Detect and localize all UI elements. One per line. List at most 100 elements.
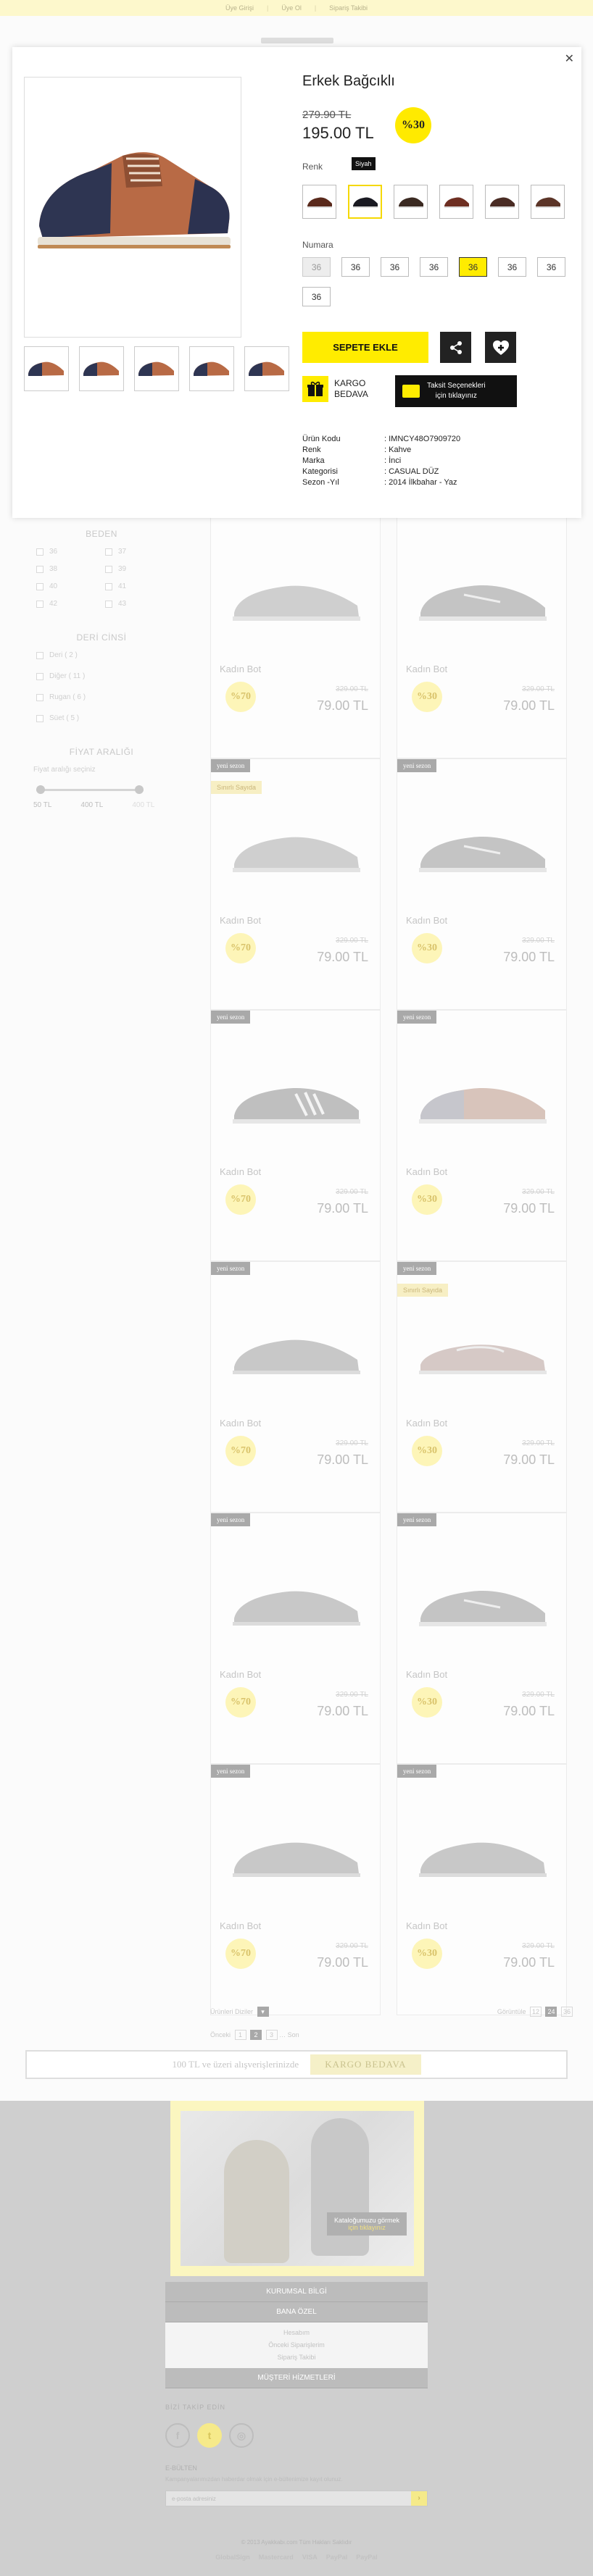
product-thumbnail[interactable] [134,346,179,391]
leather-checkbox[interactable]: Rugan ( 6 ) [36,693,174,701]
checkbox-box[interactable] [36,693,43,701]
product-card[interactable]: yeni sezon Kadın Bot %70 329.00 TL 79.00 TL [210,1010,381,1261]
instagram-icon[interactable]: ◎ [229,2423,254,2448]
twitter-icon[interactable]: t [197,2423,222,2448]
product-thumbnail[interactable] [189,346,234,391]
checkbox-box[interactable] [36,582,43,590]
size-checkbox[interactable]: 38 [36,565,105,573]
facebook-icon[interactable]: f [165,2423,190,2448]
catalog-cta[interactable]: Kataloğumuzu görmek için tıklayınız [326,2212,407,2236]
product-name[interactable]: Kadın Bot [406,1418,447,1429]
slider-max-handle[interactable] [135,785,144,794]
sort-dropdown[interactable]: ▾ [257,2007,269,2017]
size-option[interactable]: 36 [381,257,409,277]
leather-checkbox[interactable]: Deri ( 2 ) [36,651,174,659]
checkbox-box[interactable] [36,651,43,659]
product-image[interactable] [227,1815,365,1888]
product-card[interactable]: yeni sezon Kadın Bot %70 329.00 TL 79.00 TL [210,1764,381,2015]
size-checkbox[interactable]: 43 [105,600,174,608]
color-swatch[interactable] [439,185,473,219]
favorite-icon[interactable] [485,332,516,363]
product-card[interactable]: yeni sezon Kadın Bot %70 329.00 TL 79.00 TL [210,1261,381,1513]
size-checkbox[interactable]: 39 [105,565,174,573]
product-image[interactable] [413,559,551,631]
prev-page-link[interactable]: Önceki [210,2031,231,2038]
size-option[interactable]: 36 [420,257,448,277]
price-slider[interactable] [36,784,144,795]
leather-checkbox[interactable]: Süet ( 5 ) [36,714,174,722]
footer-link-order-tracking[interactable]: Sipariş Takibi [165,2351,428,2364]
newsletter-email-field[interactable]: e-posta adresiniz › [165,2491,428,2506]
product-image[interactable] [413,1815,551,1888]
site-logo[interactable] [261,38,333,43]
product-name[interactable]: Kadın Bot [406,664,447,674]
product-thumbnail[interactable] [79,346,124,391]
share-icon[interactable] [440,332,471,363]
page-number-current[interactable]: 2 [250,2030,262,2040]
color-swatch[interactable] [302,185,336,219]
footer-link-account[interactable]: Hesabım [165,2327,428,2339]
checkbox-box[interactable] [36,565,43,573]
product-image[interactable] [227,1564,365,1636]
checkbox-box[interactable] [105,600,112,608]
checkbox-box[interactable] [105,565,112,573]
product-card[interactable]: Kadın Bot %30 329.00 TL 79.00 TL [397,507,567,758]
page-number[interactable]: 1 [234,2030,246,2040]
size-option[interactable]: 36 [537,257,565,277]
checkbox-box[interactable] [36,600,43,608]
checkbox-box[interactable] [36,672,43,680]
product-name[interactable]: Kadın Bot [406,1669,447,1680]
sort-control[interactable]: Ürünleri Diziler ▾ [210,2007,269,2017]
product-name[interactable]: Kadın Bot [220,664,261,674]
product-name[interactable]: Kadın Bot [406,915,447,926]
product-card[interactable]: yeni sezon Kadın Bot %30 329.00 TL 79.00 TL [397,1764,567,2015]
product-name[interactable]: Kadın Bot [220,915,261,926]
size-option[interactable]: 36 [302,287,331,306]
product-card[interactable]: yeni sezon Kadın Bot %70 329.00 TL 79.00 TL [210,1513,381,1764]
color-swatch[interactable] [394,185,428,219]
product-card[interactable]: Kadın Bot %70 329.00 TL 79.00 TL [210,507,381,758]
leather-checkbox[interactable]: Diğer ( 11 ) [36,672,174,680]
add-to-cart-button[interactable]: SEPETE EKLE [302,332,428,363]
order-tracking-link[interactable]: Sipariş Takibi [329,4,368,12]
size-option[interactable]: 36 [341,257,370,277]
size-checkbox[interactable]: 41 [105,582,174,590]
product-image[interactable] [413,1564,551,1636]
slider-min-handle[interactable] [36,785,45,794]
product-card[interactable]: yeni sezon Sınırlı Sayıda Kadın Bot %70 329.… [210,758,381,1010]
size-checkbox[interactable]: 36 [36,548,105,556]
footer-menu-customer-service[interactable]: MÜŞTERİ HİZMETLERİ [165,2368,428,2388]
product-name[interactable]: Kadın Bot [220,1418,261,1429]
size-checkbox[interactable]: 40 [36,582,105,590]
size-checkbox[interactable]: 37 [105,548,174,556]
color-swatch-selected[interactable] [348,185,382,219]
product-name[interactable]: Kadın Bot [220,1669,261,1680]
per-page-option[interactable]: 36 [561,2007,573,2017]
product-card[interactable]: yeni sezon Kadın Bot %30 329.00 TL 79.00 TL [397,1513,567,1764]
product-image[interactable] [227,559,365,631]
page-number[interactable]: 3 [265,2030,278,2040]
size-option[interactable]: 36 [498,257,526,277]
per-page-option[interactable]: 12 [529,2007,542,2017]
per-page-option[interactable]: 24 [545,2007,557,2017]
login-link[interactable]: Üye Girişi [225,4,254,12]
product-image[interactable] [413,1313,551,1385]
color-swatch[interactable] [485,185,519,219]
product-name[interactable]: Kadın Bot [220,1166,261,1177]
checkbox-box[interactable] [36,548,43,556]
product-name[interactable]: Kadın Bot [406,1166,447,1177]
size-checkbox[interactable]: 42 [36,600,105,608]
checkbox-box[interactable] [105,548,112,556]
product-image[interactable] [227,810,365,882]
checkbox-box[interactable] [36,714,43,722]
installment-options-button[interactable]: Taksit Seçenekleri için tıklayınız [395,375,517,407]
newsletter-submit-button[interactable]: › [411,2491,427,2506]
product-thumbnail[interactable] [24,346,69,391]
product-main-image[interactable] [24,77,241,338]
product-card[interactable]: yeni sezon Kadın Bot %30 329.00 TL 79.00 TL [397,1010,567,1261]
product-image[interactable] [227,1313,365,1385]
footer-menu-corporate[interactable]: KURUMSAL BİLGİ [165,2282,428,2302]
color-swatch[interactable] [531,185,565,219]
product-image[interactable] [227,1061,365,1134]
footer-menu-personal[interactable]: BANA ÖZEL [165,2302,428,2322]
